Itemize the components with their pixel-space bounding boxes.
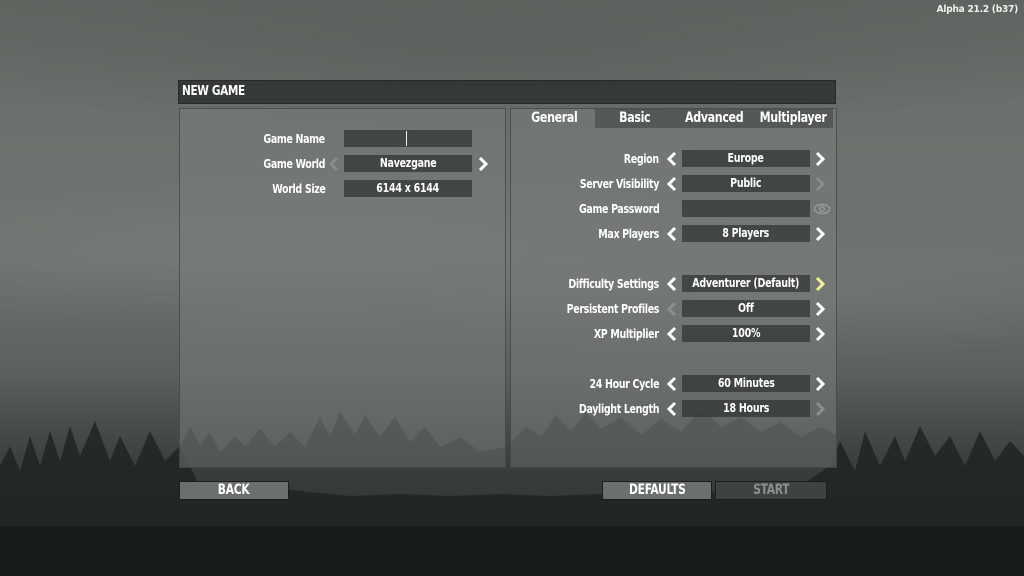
chevron-left-icon xyxy=(666,151,677,167)
chevron-right-icon xyxy=(815,226,826,242)
game-password-label: Game Password xyxy=(578,202,660,216)
day-cycle-prev-button[interactable] xyxy=(665,375,679,393)
region-prev-button[interactable] xyxy=(665,150,679,168)
server-visibility-prev-button[interactable] xyxy=(665,175,679,193)
daylight-length-value: 18 Hours xyxy=(682,400,810,417)
tab-advanced[interactable]: Advanced xyxy=(674,109,754,128)
settings-tabs: General Basic Advanced Multiplayer xyxy=(515,109,833,128)
game-password-row: Game Password xyxy=(511,200,660,218)
text-cursor xyxy=(406,131,407,146)
chevron-left-icon xyxy=(666,401,677,417)
tab-general[interactable]: General xyxy=(515,109,595,128)
difficulty-value: Adventurer (Default) xyxy=(682,275,810,292)
max-players-label: Max Players xyxy=(598,227,659,241)
chevron-right-icon xyxy=(815,401,826,417)
start-button[interactable]: START xyxy=(715,481,827,500)
chevron-left-icon xyxy=(666,276,677,292)
daylight-length-prev-button[interactable] xyxy=(665,400,679,418)
difficulty-prev-button[interactable] xyxy=(665,275,679,293)
chevron-right-icon xyxy=(815,176,826,192)
persistent-profiles-next-button[interactable] xyxy=(813,300,827,318)
chevron-left-icon xyxy=(666,326,677,342)
chevron-right-icon xyxy=(815,276,826,292)
game-name-input[interactable] xyxy=(344,130,472,147)
day-cycle-row: 24 Hour Cycle xyxy=(511,375,659,393)
world-size-label: World Size xyxy=(271,182,326,196)
region-value: Europe xyxy=(682,150,810,167)
chevron-right-icon xyxy=(815,326,826,342)
server-visibility-next-button[interactable] xyxy=(813,175,827,193)
game-settings-panel: General Basic Advanced Multiplayer Regio… xyxy=(510,108,837,468)
xp-multiplier-label: XP Multiplier xyxy=(594,327,659,341)
xp-multiplier-value: 100% xyxy=(682,325,810,342)
chevron-left-icon xyxy=(666,226,677,242)
persistent-profiles-prev-button[interactable] xyxy=(665,300,679,318)
difficulty-row: Difficulty Settings xyxy=(511,275,659,293)
game-world-label: Game World xyxy=(263,157,325,171)
daylight-length-label: Daylight Length xyxy=(578,402,660,416)
game-name-row: Game Name xyxy=(180,130,326,148)
persistent-profiles-row: Persistent Profiles xyxy=(511,300,660,318)
chevron-left-icon xyxy=(666,376,677,392)
day-cycle-label: 24 Hour Cycle xyxy=(589,377,659,391)
tab-basic[interactable]: Basic xyxy=(594,109,674,128)
region-row: Region xyxy=(511,150,659,168)
chevron-right-icon xyxy=(815,301,826,317)
day-cycle-value: 60 Minutes xyxy=(682,375,810,392)
xp-multiplier-next-button[interactable] xyxy=(813,325,827,343)
world-size-value: 6144 x 6144 xyxy=(344,180,472,197)
server-visibility-value: Public xyxy=(682,175,810,192)
xp-multiplier-row: XP Multiplier xyxy=(511,325,659,343)
xp-multiplier-prev-button[interactable] xyxy=(665,325,679,343)
daylight-length-row: Daylight Length xyxy=(511,400,660,418)
game-world-prev-button[interactable] xyxy=(327,155,341,173)
chevron-right-icon xyxy=(815,376,826,392)
chevron-right-icon xyxy=(478,156,489,172)
back-button[interactable]: BACK xyxy=(179,481,289,500)
game-world-value: Navezgane xyxy=(344,155,472,172)
persistent-profiles-value: Off xyxy=(682,300,810,317)
chevron-right-icon xyxy=(815,151,826,167)
chevron-left-icon xyxy=(328,156,339,172)
max-players-row: Max Players xyxy=(511,225,659,243)
difficulty-next-button[interactable] xyxy=(813,275,827,293)
chevron-left-icon xyxy=(666,176,677,192)
difficulty-label: Difficulty Settings xyxy=(568,277,659,291)
max-players-next-button[interactable] xyxy=(813,225,827,243)
world-settings-panel: Game Name Game World Navezgane World Siz… xyxy=(179,108,506,468)
server-visibility-label: Server Visibility xyxy=(579,177,660,191)
daylight-length-next-button[interactable] xyxy=(813,400,827,418)
version-label: Alpha 21.2 (b37) xyxy=(936,4,1019,15)
server-visibility-row: Server Visibility xyxy=(511,175,660,193)
window-title: NEW GAME xyxy=(182,84,245,99)
game-world-row: Game World xyxy=(180,155,325,173)
region-label: Region xyxy=(623,152,659,166)
max-players-prev-button[interactable] xyxy=(665,225,679,243)
game-password-input[interactable] xyxy=(682,200,810,217)
show-password-button[interactable] xyxy=(813,200,831,218)
panel-treeline xyxy=(180,412,505,467)
persistent-profiles-label: Persistent Profiles xyxy=(566,302,660,316)
tab-multiplayer[interactable]: Multiplayer xyxy=(753,109,833,128)
world-size-row: World Size xyxy=(180,180,326,198)
max-players-value: 8 Players xyxy=(682,225,810,242)
region-next-button[interactable] xyxy=(813,150,827,168)
defaults-button[interactable]: DEFAULTS xyxy=(602,481,712,500)
day-cycle-next-button[interactable] xyxy=(813,375,827,393)
game-name-label: Game Name xyxy=(263,132,326,146)
window-title-bar: NEW GAME xyxy=(178,80,836,104)
game-world-next-button[interactable] xyxy=(476,155,490,173)
chevron-left-icon xyxy=(666,301,677,317)
eye-icon xyxy=(813,203,831,215)
